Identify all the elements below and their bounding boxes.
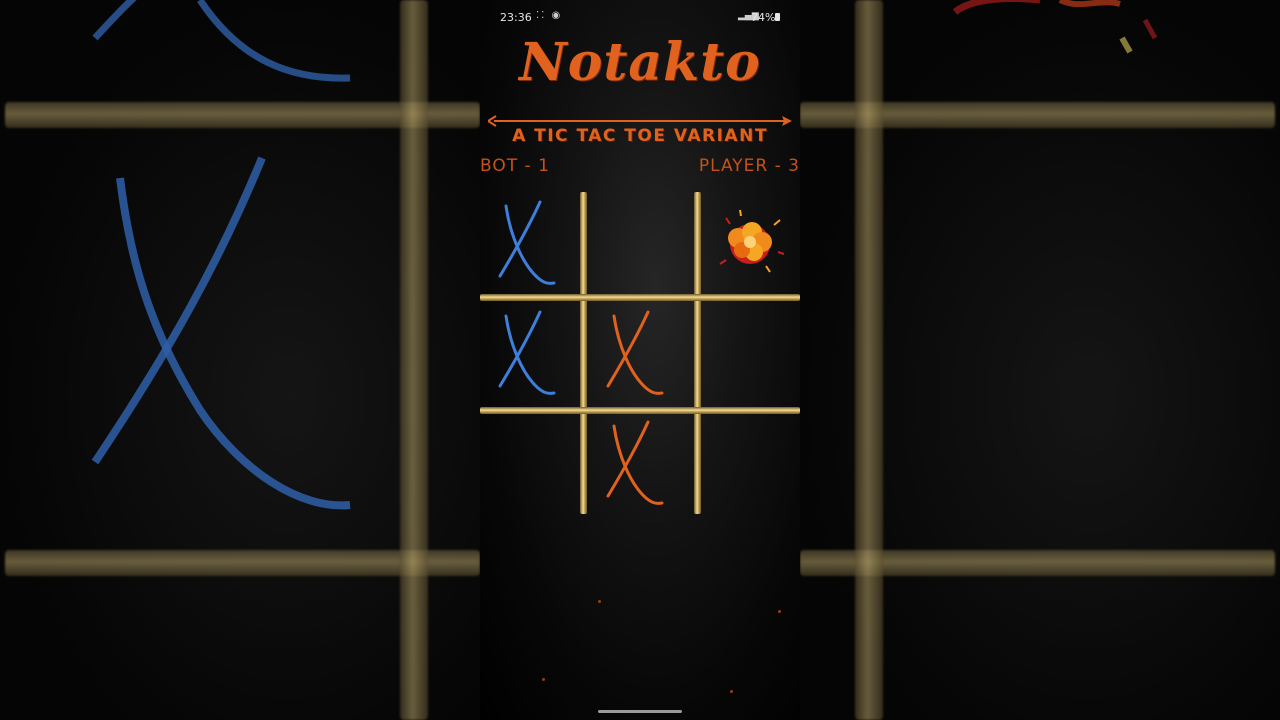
board-cell-0-0[interactable] — [482, 194, 582, 294]
explosion-icon — [719, 209, 785, 273]
home-indicator[interactable] — [598, 710, 682, 713]
battery-icon — [775, 13, 780, 21]
board-cell-1-1[interactable] — [590, 304, 690, 404]
status-bar: 23:36 ⁚⁚ ◉ ▂▄▆ 74% — [480, 0, 800, 34]
x-mark-icon — [498, 200, 556, 285]
background-x-mark — [91, 0, 351, 510]
battery-level: 74% — [751, 11, 776, 24]
grid-line-vertical — [694, 192, 701, 514]
game-board — [480, 192, 800, 516]
status-time: 23:36 — [500, 11, 532, 24]
x-mark-icon — [498, 310, 556, 395]
ember-particle — [730, 690, 733, 693]
notification-icons: ⁚⁚ ◉ — [536, 10, 563, 21]
board-cell-1-2[interactable] — [700, 304, 800, 404]
game-logo: Notakto A TIC TAC TOE VARIANT — [480, 30, 800, 150]
x-mark-icon — [606, 310, 664, 395]
grid-line-vertical — [580, 192, 587, 514]
board-cell-2-1[interactable] — [590, 414, 690, 514]
bot-score: BOT - 1 — [480, 156, 550, 176]
grid-line-horizontal — [480, 407, 800, 414]
x-mark-icon — [606, 420, 664, 505]
ember-particle — [598, 600, 601, 603]
game-subtitle: A TIC TAC TOE VARIANT — [512, 126, 768, 146]
board-cell-1-0[interactable] — [482, 304, 582, 404]
board-cell-2-0[interactable] — [482, 414, 582, 514]
game-title: Notakto — [519, 32, 761, 93]
grid-line-horizontal — [480, 294, 800, 301]
board-cell-2-2[interactable] — [700, 414, 800, 514]
background-explosion-fragment — [952, 0, 1158, 54]
board-cell-0-1[interactable] — [590, 194, 690, 294]
ember-particle — [542, 678, 545, 681]
board-cell-0-2[interactable] — [700, 194, 800, 294]
game-screen: 23:36 ⁚⁚ ◉ ▂▄▆ 74% Notakto A TIC TAC TOE… — [480, 0, 800, 720]
ember-particle — [778, 610, 781, 613]
background-blur-left — [0, 0, 480, 720]
player-score: PLAYER - 3 — [698, 156, 800, 176]
background-blur-right — [800, 0, 1280, 720]
